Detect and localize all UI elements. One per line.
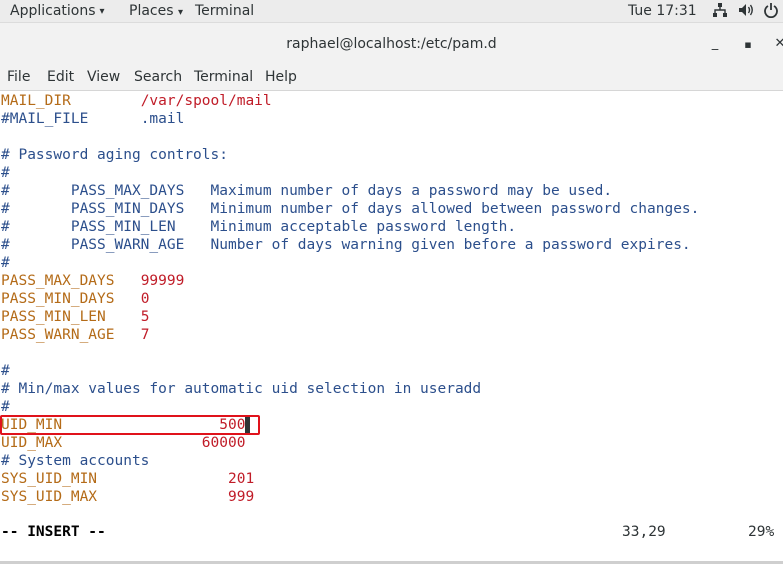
volume-icon[interactable] [738, 1, 756, 19]
setting-key: PASS_MIN_DAYS [1, 291, 115, 307]
maximize-button[interactable]: ▪ [739, 38, 757, 51]
setting-key: SYS_UID_MIN [1, 471, 98, 487]
terminal-content[interactable]: MAIL_DIR /var/spool/mail #MAIL_FILE .mai… [0, 91, 783, 551]
places-label: Places [129, 3, 174, 19]
setting-key: SYS_UID_MAX [1, 489, 98, 505]
window-title: raphael@localhost:/etc/pam.d [286, 36, 497, 52]
setting-value: 7 [140, 327, 150, 343]
cursor-position: 33,29 [622, 524, 666, 540]
vim-mode-indicator: -- INSERT -- [1, 524, 106, 540]
comment-line: # [1, 165, 10, 181]
highlight-box [0, 415, 260, 435]
terminal-app-label: Terminal [195, 3, 255, 19]
mail-file-line: #MAIL_FILE .mail [1, 110, 184, 128]
close-button[interactable]: ✕ [771, 36, 783, 51]
setting-value: .mail [140, 111, 185, 127]
sys-uid-max-line: SYS_UID_MAX 999 [1, 488, 254, 506]
mail-dir-line: MAIL_DIR /var/spool/mail [1, 92, 272, 110]
setting-value: 201 [227, 471, 255, 487]
setting-key: UID_MAX [1, 435, 63, 451]
setting-value: 99999 [140, 273, 185, 289]
terminal-menubar: File Edit View Search Terminal Help [0, 66, 783, 91]
comment-line: # PASS_MAX_DAYS Maximum number of days a… [1, 183, 613, 199]
places-menu[interactable]: Places ▾ [129, 3, 183, 19]
terminal-app-menu[interactable]: Terminal [195, 3, 254, 19]
chevron-down-icon: ▾ [99, 5, 105, 17]
setting-value: 60000 [201, 435, 246, 451]
scroll-percent: 29% [748, 524, 775, 540]
applications-menu[interactable]: Applications ▾ [10, 3, 105, 19]
minimize-button[interactable]: _ [706, 36, 724, 51]
menu-edit[interactable]: Edit [47, 69, 74, 85]
comment-line: # Password aging controls: [1, 147, 228, 163]
menu-terminal[interactable]: Terminal [194, 69, 253, 85]
window-title-bar: raphael@localhost:/etc/pam.d _ ▪ ✕ [0, 23, 783, 66]
comment-line: # PASS_MIN_LEN Minimum acceptable passwo… [1, 219, 517, 235]
comment-line: # [1, 363, 10, 379]
setting-line: PASS_WARN_AGE 7 [1, 326, 149, 344]
power-icon[interactable] [762, 1, 780, 19]
setting-key: #MAIL_FILE [1, 111, 89, 127]
setting-key: PASS_MAX_DAYS [1, 273, 115, 289]
comment-line: # [1, 255, 10, 271]
setting-value: 5 [140, 309, 150, 325]
network-icon[interactable] [711, 1, 729, 19]
menu-view[interactable]: View [87, 69, 120, 85]
setting-line: PASS_MAX_DAYS 99999 [1, 272, 184, 290]
comment-line: # System accounts [1, 453, 150, 469]
setting-value: 0 [140, 291, 150, 307]
uid-max-line: UID_MAX 60000 [1, 434, 245, 452]
setting-line: PASS_MIN_DAYS 0 [1, 290, 149, 308]
comment-line: # [1, 399, 10, 415]
comment-line: # PASS_MIN_DAYS Minimum number of days a… [1, 201, 700, 217]
menu-help[interactable]: Help [265, 69, 297, 85]
comment-line: # Min/max values for automatic uid selec… [1, 381, 482, 397]
menu-search[interactable]: Search [134, 69, 182, 85]
comment-line: # PASS_WARN_AGE Number of days warning g… [1, 237, 691, 253]
setting-value: 999 [227, 489, 255, 505]
setting-line: PASS_MIN_LEN 5 [1, 308, 149, 326]
setting-key: PASS_WARN_AGE [1, 327, 115, 343]
gnome-top-bar: Applications ▾ Places ▾ Terminal Tue 17:… [0, 0, 783, 23]
setting-value: /var/spool/mail [140, 93, 272, 109]
chevron-down-icon: ▾ [177, 7, 183, 18]
menu-file[interactable]: File [7, 69, 30, 85]
applications-label: Applications [10, 3, 96, 19]
setting-key: MAIL_DIR [1, 93, 71, 109]
clock[interactable]: Tue 17:31 [628, 3, 697, 19]
setting-key: PASS_MIN_LEN [1, 309, 106, 325]
sys-uid-min-line: SYS_UID_MIN 201 [1, 470, 254, 488]
